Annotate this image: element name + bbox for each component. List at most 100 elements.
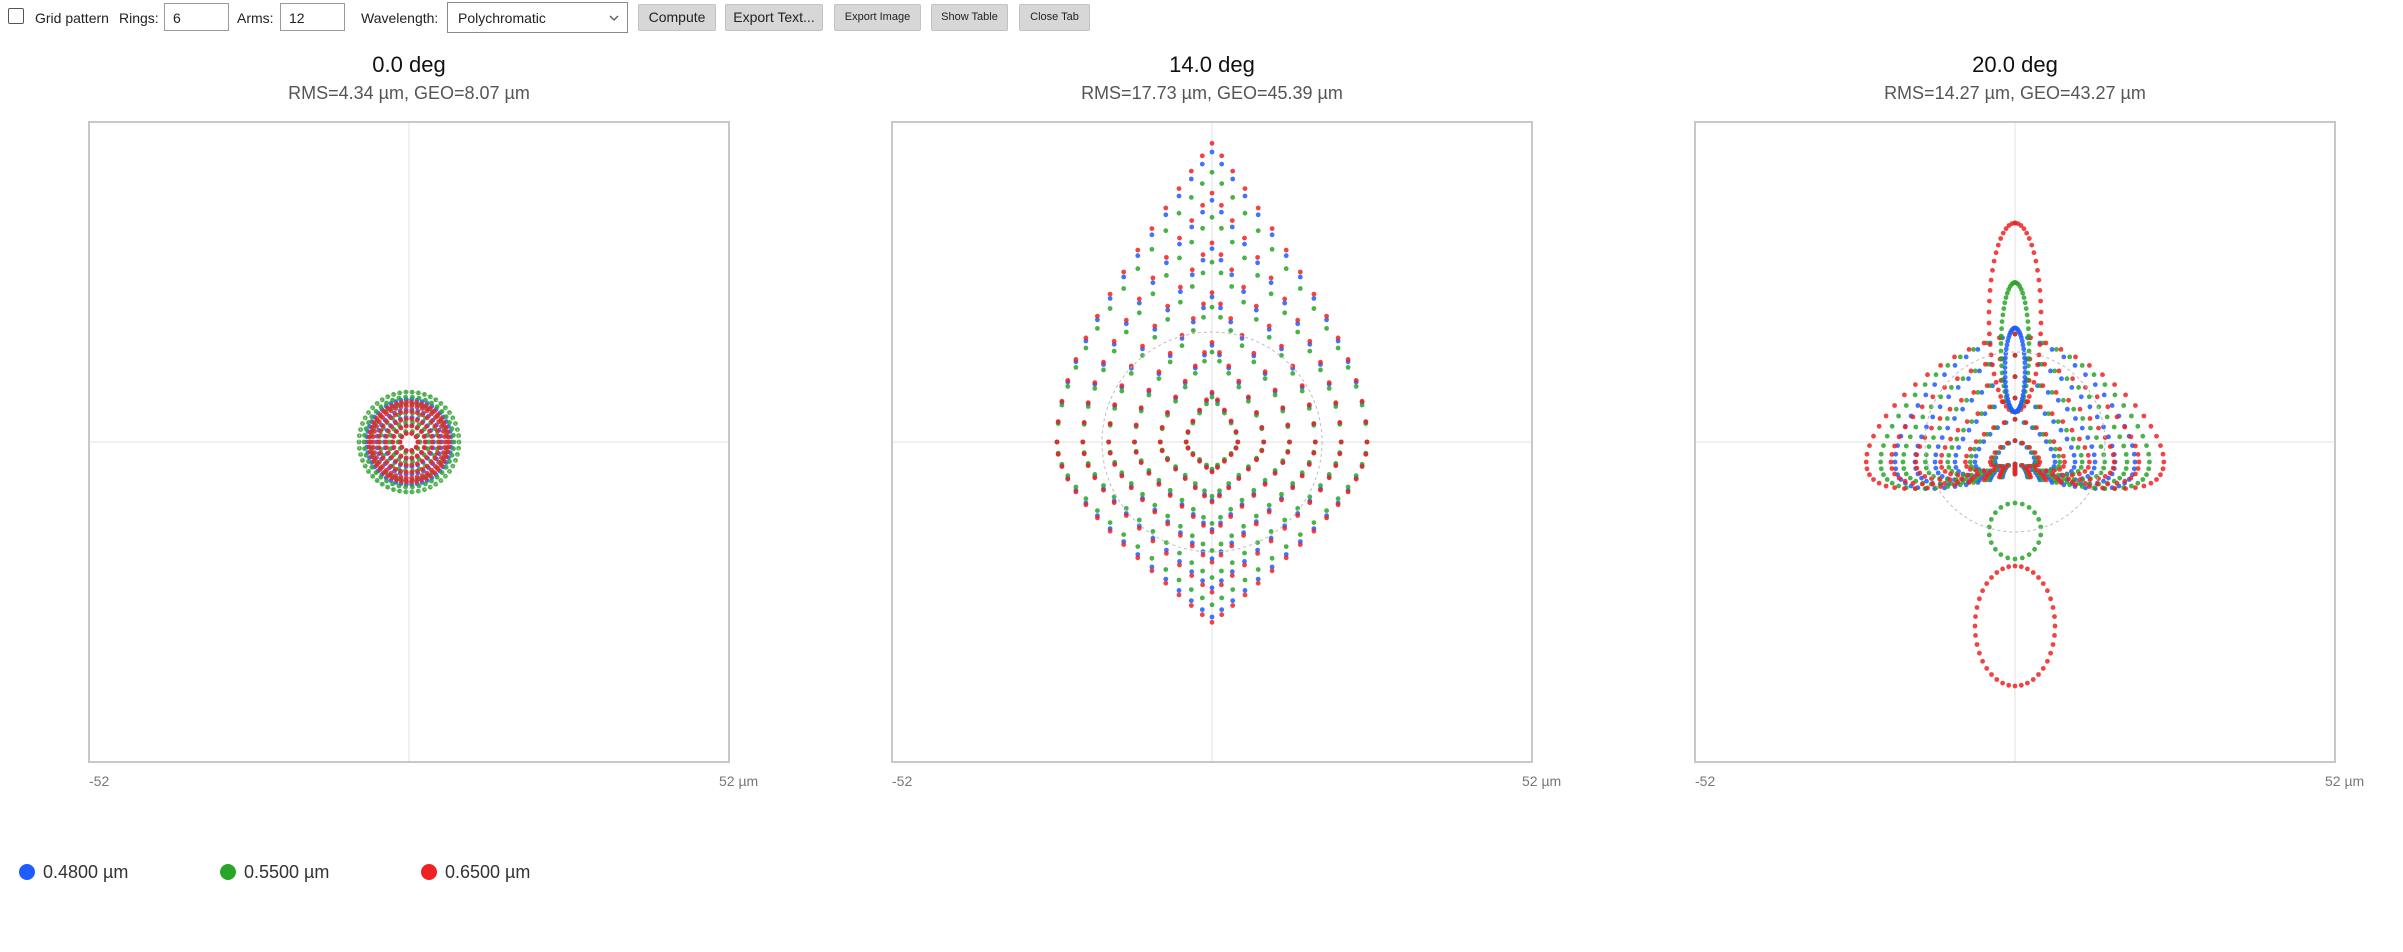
spot-point [2087,404,2093,410]
spot-point [1986,532,1992,538]
spot-point [2129,413,2134,419]
spot-point [2033,258,2039,264]
spot-point [1219,161,1225,167]
spot-point [1165,317,1171,322]
spot-point [1156,376,1162,381]
spot-point [384,445,389,450]
spot-point [1297,269,1303,275]
spot-point [429,460,434,465]
spot-point [2087,484,2092,489]
spot-point [2078,452,2084,458]
spot-point [1209,340,1215,345]
spot-point [2065,406,2070,412]
show-table-button[interactable]: Show Table [931,4,1008,31]
spot-point [2003,355,2008,361]
spot-point [391,434,397,439]
spot-point [2114,414,2120,420]
spot-diagram-20deg [1694,121,2336,763]
spot-point [1173,398,1178,404]
spot-point [2055,419,2061,424]
spot-point [1146,387,1152,393]
spot-point [403,455,409,461]
spot-point [1189,543,1195,549]
legend-item-480: 0.4800 µm [19,862,128,883]
spot-point [2154,477,2159,482]
spot-point [1149,246,1155,252]
spot-point [2040,666,2046,671]
spot-point [2029,387,2035,393]
spot-point [380,423,386,429]
spot-point [389,475,395,481]
spot-point [1989,575,1994,580]
spot-point [2037,459,2043,465]
spot-point [1974,419,1979,424]
spot-point [1971,390,1977,395]
spot-point [1953,465,1959,470]
close-tab-button[interactable]: Close Tab [1019,4,1090,31]
spot-point [1282,300,1288,306]
spot-point [1192,370,1198,376]
spot-point [1297,542,1303,547]
spot-point [1262,369,1268,375]
spot-point [1268,275,1274,281]
spot-point [1209,469,1215,475]
spot-point [2025,319,2031,324]
compute-button[interactable]: Compute [638,4,716,31]
export-image-button[interactable]: Export Image [834,4,921,31]
spot-point [2043,431,2049,437]
spot-point [1177,241,1182,247]
spot-point [1242,235,1247,241]
spot-point [1268,280,1274,286]
spot-point [2067,354,2073,360]
spot-point [1359,464,1365,469]
spot-point [1251,487,1257,493]
spot-point [414,400,419,406]
spot-point [1998,505,2004,510]
spot-point [2107,444,2113,449]
spot-point [1964,397,1969,403]
spot-point [2032,510,2037,516]
spot-point [1106,439,1112,445]
spot-point [1993,510,1998,516]
spot-point [423,397,428,403]
spot-point [1290,481,1296,486]
spot-point [1201,301,1206,307]
spot-point [1922,474,1928,479]
spot-point [1209,529,1215,535]
spot-point [1939,435,1945,440]
spot-point [403,431,409,436]
spot-point [1111,348,1117,354]
spot-point [1971,347,1976,352]
spot-point [1307,338,1313,344]
spot-point [1253,513,1259,519]
arms-input[interactable]: 12 [280,3,345,31]
spot-point [409,448,415,453]
export-text-button[interactable]: Export Text... [725,4,823,31]
spot-point [427,450,432,456]
spot-point [1992,450,1998,455]
spot-point [1255,551,1260,556]
spot-point [1944,416,1950,421]
spot-point [1226,485,1232,491]
spot-point [429,445,434,450]
spot-point [1217,350,1222,355]
rings-input[interactable]: 6 [164,3,229,31]
spot-point [1892,403,1897,408]
spot-point [1241,299,1246,305]
grid-pattern-checkbox[interactable] [8,8,24,24]
spot-point [2121,471,2127,477]
spot-point [1095,326,1100,331]
spot-point [1228,514,1234,519]
spot-point [1183,439,1189,445]
spot-point [1311,296,1317,301]
spot-point [1272,387,1278,393]
spot-point [1246,466,1251,472]
spot-point [1938,394,1944,400]
spot-point [1121,269,1127,275]
spot-point [1190,514,1196,519]
spot-point [1266,502,1272,508]
wavelength-select[interactable]: Polychromatic [447,2,628,33]
spot-point [1101,483,1106,488]
spot-point [1189,272,1195,278]
spot-point [394,429,400,435]
